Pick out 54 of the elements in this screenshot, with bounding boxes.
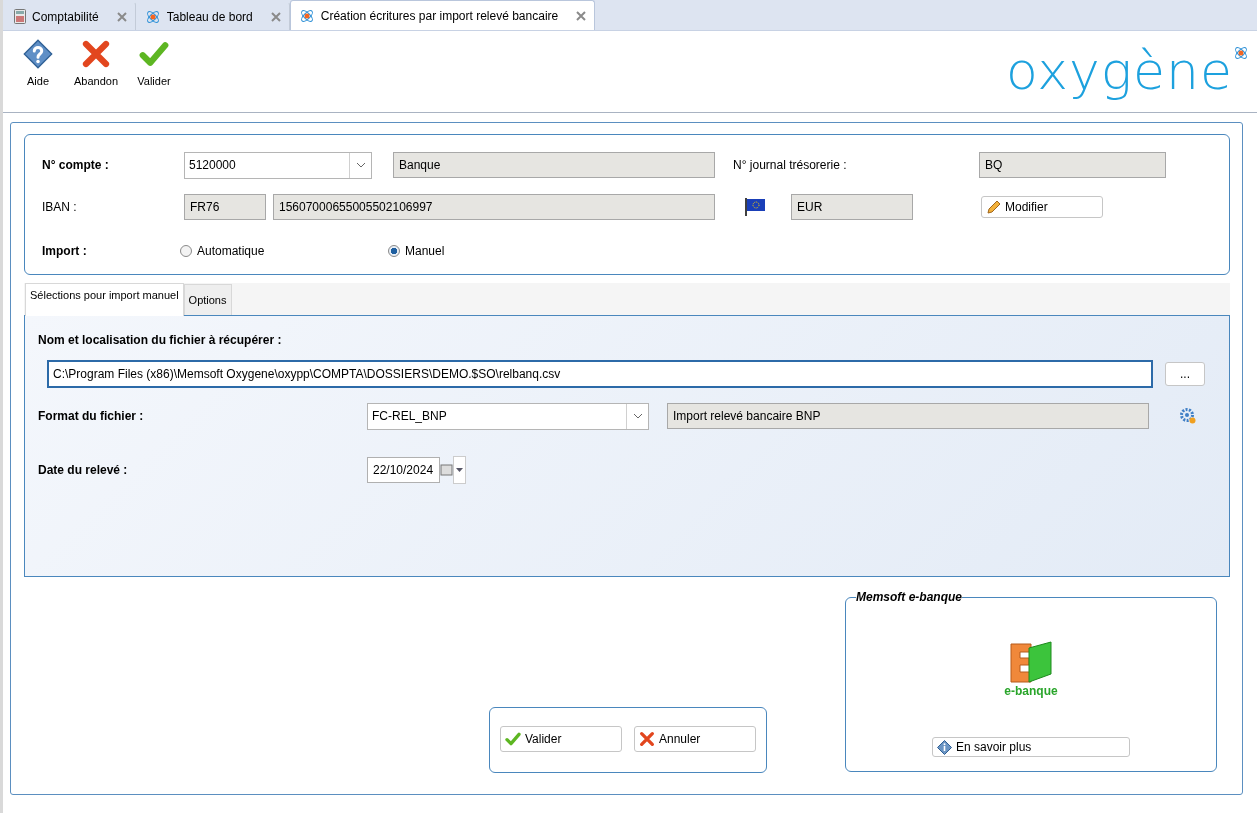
modify-button[interactable]: Modifier xyxy=(981,196,1103,219)
learn-more-button[interactable]: En savoir plus xyxy=(932,737,1130,757)
caret-icon xyxy=(355,162,366,169)
field-label: Date du relevé : xyxy=(38,463,129,477)
cross-icon xyxy=(639,731,655,747)
ebanque-logo-text: e-banque xyxy=(1004,684,1058,698)
calendar-icon[interactable] xyxy=(440,456,466,484)
toolbar-button[interactable]: Abandon xyxy=(67,37,125,87)
help-icon xyxy=(23,39,53,69)
check-icon xyxy=(505,731,521,747)
ebanque-logo-icon xyxy=(1009,640,1053,684)
radio-option[interactable]: Automatique xyxy=(180,244,388,259)
document-tab[interactable]: Création écritures par import relevé bancaire xyxy=(289,0,596,30)
panel-tab[interactable]: Options xyxy=(183,284,232,315)
info-icon xyxy=(937,739,952,755)
close-icon[interactable] xyxy=(116,11,127,22)
field-label: Import : xyxy=(42,244,88,259)
toolbar-button[interactable]: Aide xyxy=(9,37,67,87)
document-tab[interactable]: Tableau de bord xyxy=(135,2,290,30)
document-tab[interactable]: Comptabilité xyxy=(5,2,136,30)
pencil-icon xyxy=(986,199,1001,215)
currency-field: EUR xyxy=(791,194,913,221)
account-combo[interactable]: 5120000 xyxy=(184,151,372,179)
iban-prefix-field: FR76 xyxy=(184,194,266,221)
radio-option[interactable]: Manuel xyxy=(388,244,596,259)
field-label: Format du fichier : xyxy=(38,409,145,423)
check-icon xyxy=(139,39,169,69)
iban-field: 15607000655005502106997 xyxy=(273,194,715,221)
browse-button[interactable]: ... xyxy=(1165,362,1205,386)
calculator-icon xyxy=(14,9,26,24)
caret-icon xyxy=(632,413,643,419)
file-path-field[interactable]: C:\Program Files (x86)\Memsoft Oxygene\oxypp\COMPTA\DOSSIERS\DEMO.$SO\relbanq.csv xyxy=(47,360,1153,388)
account-name-field: Banque xyxy=(393,152,715,179)
field-label: Nom et localisation du fichier à récupérer : xyxy=(38,333,283,347)
gear-icon[interactable] xyxy=(1179,407,1197,425)
action-button[interactable]: Annuler xyxy=(634,726,756,752)
toolbar-button[interactable]: Valider xyxy=(125,37,183,87)
field-label: N° compte : xyxy=(42,158,110,173)
atom-icon xyxy=(298,7,315,24)
format-combo[interactable]: FC-REL_BNP xyxy=(367,402,649,430)
date-field[interactable]: 22/10/2024 xyxy=(367,457,440,483)
cross-icon xyxy=(81,39,111,69)
action-button[interactable]: Valider xyxy=(500,726,622,752)
field-label: IBAN : xyxy=(42,200,78,215)
panel-tab[interactable]: Sélections pour import manuel xyxy=(25,283,184,316)
close-icon[interactable] xyxy=(576,10,587,21)
format-description-field: Import relevé bancaire BNP xyxy=(667,403,1149,429)
atom-icon xyxy=(144,8,161,25)
atom-icon xyxy=(1233,45,1249,61)
flag-icon xyxy=(745,197,766,218)
field-label: N° journal trésorerie : xyxy=(733,158,848,173)
group-title: Memsoft e-banque xyxy=(856,590,962,604)
journal-field: BQ xyxy=(979,152,1166,179)
close-icon[interactable] xyxy=(270,11,281,22)
